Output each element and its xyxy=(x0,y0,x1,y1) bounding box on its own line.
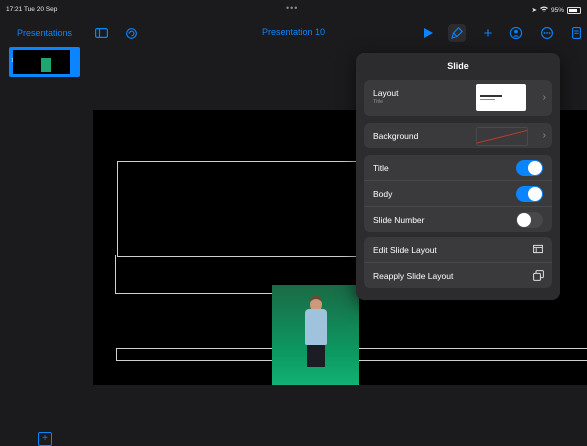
chevron-right-icon: › xyxy=(542,92,546,103)
slide-number-toggle-row: Slide Number xyxy=(364,206,552,232)
layout-row[interactable]: Layout Title › xyxy=(364,80,552,116)
document-icon[interactable] xyxy=(570,24,582,42)
slide-thumbnail-preview xyxy=(13,50,70,74)
slide-photo[interactable] xyxy=(272,285,359,385)
background-group: Background › xyxy=(364,123,552,148)
multitask-dots[interactable]: ••• xyxy=(286,3,298,13)
document-title[interactable]: Presentation 10 xyxy=(262,27,325,37)
edit-layout-icon xyxy=(533,244,543,254)
title-toggle-row: Title xyxy=(364,155,552,180)
background-row[interactable]: Background › xyxy=(364,123,552,148)
popover-title: Slide xyxy=(447,61,469,71)
reapply-layout-icon xyxy=(533,270,544,281)
toolbar: Presentations Presentation 10 + xyxy=(0,20,587,46)
battery-icon xyxy=(567,6,581,14)
status-indicators: ➤ 95% xyxy=(532,6,581,14)
layout-group: Layout Title › xyxy=(364,80,552,116)
background-swatch xyxy=(476,127,528,146)
add-slide-button[interactable]: + xyxy=(38,432,52,446)
person-body xyxy=(305,309,327,345)
format-brush-icon[interactable] xyxy=(448,24,466,42)
slide-number-toggle-label: Slide Number xyxy=(373,215,425,225)
title-toggle-label: Title xyxy=(373,163,389,173)
slide-format-popover: Slide Layout Title › Background › Title … xyxy=(356,53,560,300)
layout-preview xyxy=(476,84,526,111)
slide-thumbnail-selected[interactable]: 1 xyxy=(9,47,80,77)
edit-slide-layout-label: Edit Slide Layout xyxy=(373,245,437,255)
layout-value: Title xyxy=(373,99,384,105)
title-toggle[interactable] xyxy=(516,160,543,176)
photo-person xyxy=(305,295,327,375)
reapply-slide-layout-button[interactable]: Reapply Slide Layout xyxy=(364,262,552,288)
slide-navigator: 1 + xyxy=(0,46,84,446)
layout-label: Layout xyxy=(373,88,399,98)
reapply-slide-layout-label: Reapply Slide Layout xyxy=(373,271,454,281)
chevron-right-icon: › xyxy=(542,130,546,141)
background-label: Background xyxy=(373,131,419,141)
body-toggle-row: Body xyxy=(364,180,552,206)
battery-percent: 95% xyxy=(550,6,564,14)
play-icon[interactable] xyxy=(421,24,435,42)
layout-actions-group: Edit Slide Layout Reapply Slide Layout xyxy=(364,237,552,288)
wifi-icon xyxy=(539,6,548,14)
edit-slide-layout-button[interactable]: Edit Slide Layout xyxy=(364,237,552,262)
body-toggle-label: Body xyxy=(373,189,393,199)
slide-number-toggle[interactable] xyxy=(516,212,543,228)
placeholder-toggles-group: Title Body Slide Number xyxy=(364,155,552,232)
location-icon: ➤ xyxy=(531,7,537,14)
document-title-bar: Presentation 10 xyxy=(0,27,587,37)
add-icon[interactable]: + xyxy=(481,24,495,42)
status-time: 17:21 Tue 20 Sep xyxy=(6,6,58,13)
person-legs xyxy=(307,345,325,367)
thumbnail-photo xyxy=(41,58,51,72)
body-toggle[interactable] xyxy=(516,186,543,202)
collaborate-icon[interactable] xyxy=(508,24,524,42)
status-bar: 17:21 Tue 20 Sep ••• ➤ 95% xyxy=(0,0,587,20)
more-icon[interactable] xyxy=(540,24,554,42)
